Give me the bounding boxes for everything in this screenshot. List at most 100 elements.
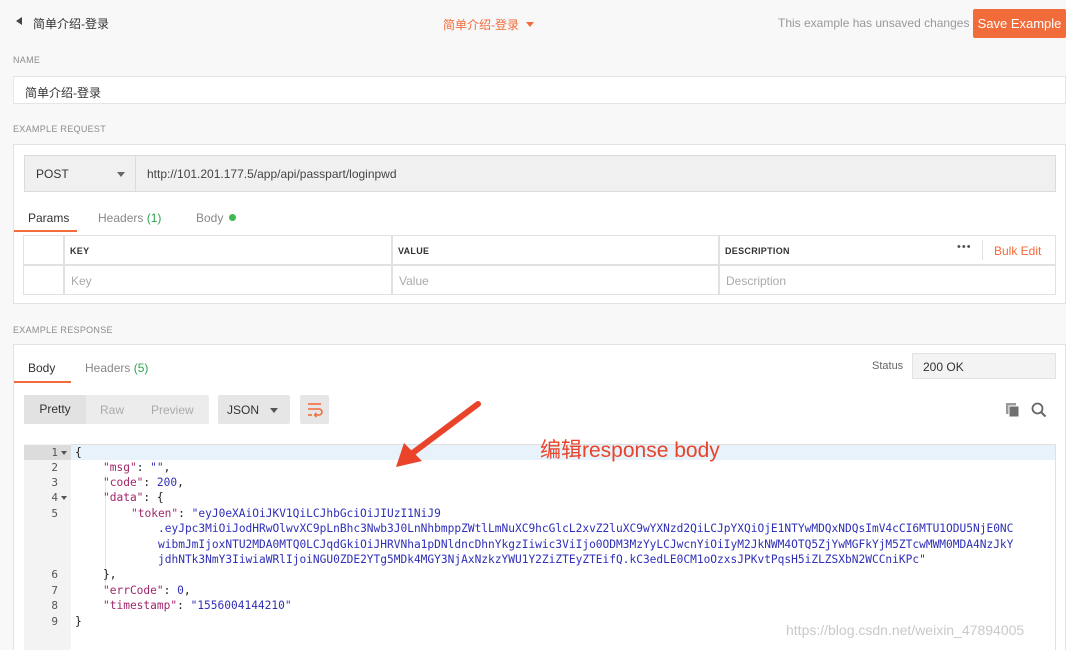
line-number: 2 bbox=[51, 461, 58, 474]
view-mode-pretty[interactable]: Pretty bbox=[24, 395, 86, 424]
json-key: "data" bbox=[103, 491, 144, 504]
method-value: POST bbox=[36, 167, 69, 181]
annotation-arrow-icon bbox=[396, 401, 481, 467]
method-select[interactable]: POST bbox=[24, 155, 136, 192]
status-label: Status bbox=[872, 360, 904, 372]
wrap-lines-icon bbox=[308, 403, 323, 418]
key-header-cell: KEY bbox=[64, 235, 392, 265]
chevron-down-icon bbox=[117, 172, 125, 177]
json-punctuation: : bbox=[136, 461, 151, 474]
example-title-dropdown[interactable]: 简单介绍-登录 bbox=[443, 16, 519, 33]
bulk-edit-link[interactable]: Bulk Edit bbox=[994, 244, 1041, 258]
json-punctuation: : bbox=[163, 584, 178, 597]
json-value: "eyJ0eXAiOiJKV1QiLCJhbGciOiJIUzI1NiJ9 bbox=[191, 507, 441, 520]
response-tab-body-underline bbox=[14, 381, 71, 383]
json-punctuation: : { bbox=[143, 491, 164, 504]
response-tab-headers-count: (5) bbox=[133, 361, 149, 375]
status-input[interactable]: 200 OK bbox=[912, 353, 1056, 379]
format-select[interactable]: JSON bbox=[218, 395, 290, 424]
view-mode-toggle: Pretty Raw Preview bbox=[24, 395, 209, 424]
line-number: 6 bbox=[51, 568, 58, 581]
response-tab-body[interactable]: Body bbox=[28, 361, 55, 375]
code-line: "data": { bbox=[103, 491, 164, 504]
code-text: wibmJmIjoxNTU2MDA0MTQ0LCJqdGkiOiJHRVNha1… bbox=[158, 538, 1014, 551]
fold-toggle-icon[interactable] bbox=[61, 496, 67, 500]
json-punctuation: : bbox=[143, 476, 157, 489]
divider bbox=[982, 240, 983, 260]
json-key: "errCode" bbox=[103, 584, 164, 597]
format-value: JSON bbox=[227, 403, 260, 417]
status-value: 200 OK bbox=[923, 360, 964, 374]
line-number: 1 bbox=[51, 446, 58, 459]
name-field[interactable]: 简单介绍-登录 bbox=[13, 76, 1066, 104]
url-value: http://101.201.177.5/app/api/passpart/lo… bbox=[147, 167, 397, 181]
name-section-label: NAME bbox=[13, 55, 41, 65]
description-placeholder: Description bbox=[726, 274, 787, 288]
line-number: 5 bbox=[51, 507, 58, 520]
code-line: } bbox=[75, 615, 82, 628]
fold-toggle-icon[interactable] bbox=[61, 451, 67, 455]
code-text: jdhNTk3NmY3IiwiaWRlIjoiNGU0ZDE2YTg5MDk4M… bbox=[158, 553, 926, 566]
body-status-dot bbox=[229, 214, 236, 221]
value-header: VALUE bbox=[398, 246, 430, 256]
json-key: "code" bbox=[103, 476, 144, 489]
response-tab-headers[interactable]: Headers (5) bbox=[85, 361, 148, 375]
code-text: } bbox=[75, 615, 82, 628]
json-punctuation: : bbox=[177, 599, 191, 612]
json-key: "token" bbox=[131, 507, 179, 520]
code-text: }, bbox=[103, 568, 117, 581]
row-checkbox-cell[interactable] bbox=[23, 265, 64, 295]
code-line: }, bbox=[103, 568, 116, 581]
code-text: { bbox=[75, 446, 82, 459]
watermark: https://blog.csdn.net/weixin_47894005 bbox=[786, 622, 1025, 638]
code-line: jdhNTk3NmY3IiwiaWRlIjoiNGU0ZDE2YTg5MDk4M… bbox=[158, 553, 926, 566]
request-section-label: EXAMPLE REQUEST bbox=[13, 124, 107, 134]
tab-headers-count: (1) bbox=[146, 211, 162, 225]
json-punctuation: , bbox=[177, 476, 184, 489]
search-icon[interactable] bbox=[1030, 401, 1048, 419]
code-line: "code": 200, bbox=[103, 476, 184, 489]
code-line: { bbox=[75, 446, 82, 459]
code-line: "timestamp": "1556004144210" bbox=[103, 599, 292, 612]
chevron-down-icon[interactable] bbox=[526, 22, 534, 27]
copy-icon[interactable] bbox=[1004, 401, 1022, 419]
tab-params[interactable]: Params bbox=[28, 211, 69, 225]
value-header-cell: VALUE bbox=[392, 235, 719, 265]
description-header-cell: DESCRIPTION ••• Bulk Edit bbox=[719, 235, 1056, 265]
url-input[interactable]: http://101.201.177.5/app/api/passpart/lo… bbox=[136, 155, 1056, 192]
json-key: "timestamp" bbox=[103, 599, 178, 612]
annotation-text: 编辑response body bbox=[540, 439, 720, 462]
description-input[interactable]: Description bbox=[719, 265, 1056, 295]
name-field-value: 简单介绍-登录 bbox=[25, 86, 101, 100]
code-line: "errCode": 0, bbox=[103, 584, 191, 597]
back-title[interactable]: 简单介绍-登录 bbox=[33, 15, 109, 32]
json-key: "msg" bbox=[103, 461, 137, 474]
json-value: 200 bbox=[156, 476, 178, 489]
tab-headers[interactable]: Headers (1) bbox=[98, 211, 161, 225]
code-line: "msg": "", bbox=[103, 461, 170, 474]
response-tab-headers-label: Headers bbox=[85, 361, 131, 375]
description-header: DESCRIPTION bbox=[725, 246, 790, 256]
json-value: "" bbox=[150, 461, 164, 474]
json-value: "1556004144210" bbox=[190, 599, 292, 612]
code-line: wibmJmIjoxNTU2MDA0MTQ0LCJqdGkiOiJHRVNha1… bbox=[158, 538, 1013, 551]
json-punctuation: , bbox=[163, 461, 171, 474]
key-header: KEY bbox=[70, 246, 90, 256]
view-mode-raw[interactable]: Raw bbox=[100, 403, 124, 417]
tab-params-underline bbox=[14, 230, 77, 232]
tab-body[interactable]: Body bbox=[196, 211, 223, 225]
key-input[interactable]: Key bbox=[64, 265, 392, 295]
view-mode-preview[interactable]: Preview bbox=[151, 403, 194, 417]
line-number: 8 bbox=[51, 599, 58, 612]
save-example-button[interactable]: Save Example bbox=[973, 9, 1066, 38]
more-options-icon[interactable]: ••• bbox=[957, 241, 972, 253]
chevron-down-icon bbox=[270, 408, 278, 413]
tab-headers-label: Headers bbox=[98, 211, 144, 225]
code-line: .eyJpc3MiOiJodHRwOlwvXC9pLnBhc3Nwb3J0LnN… bbox=[158, 522, 1013, 535]
line-number: 7 bbox=[51, 584, 58, 597]
params-table: KEY VALUE DESCRIPTION ••• Bulk Edit Key … bbox=[23, 235, 1056, 295]
value-input[interactable]: Value bbox=[392, 265, 719, 295]
wrap-lines-button[interactable] bbox=[300, 395, 329, 424]
json-punctuation: , bbox=[183, 584, 191, 597]
back-arrow-icon[interactable] bbox=[16, 17, 22, 25]
